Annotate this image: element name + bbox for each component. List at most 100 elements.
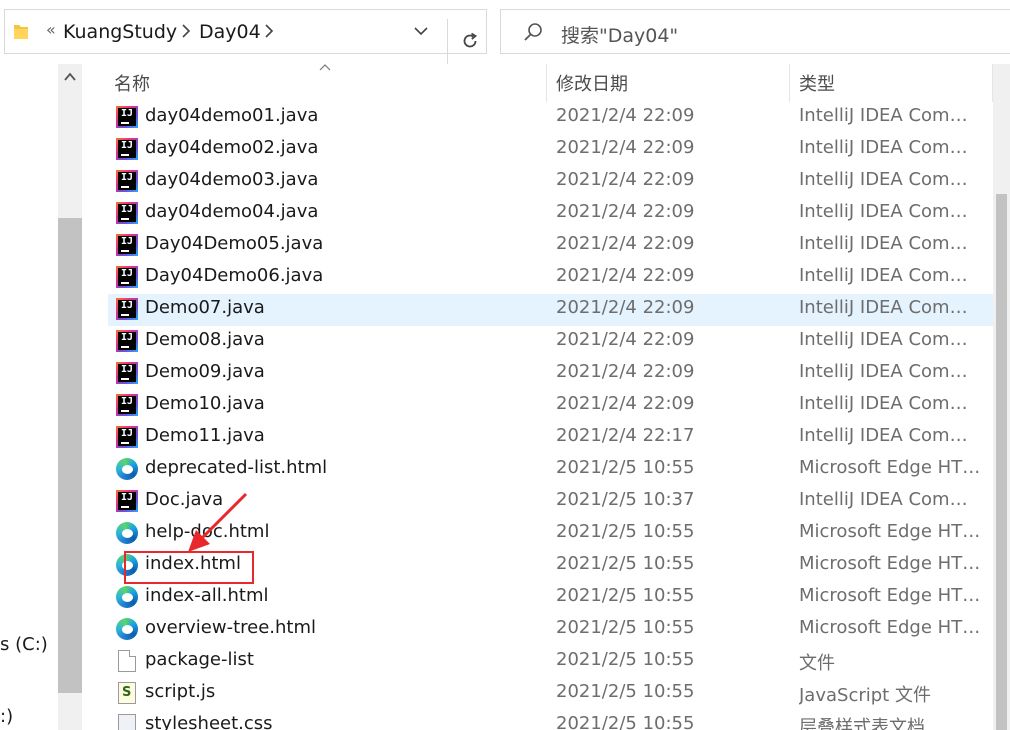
intellij-icon: IJ: [116, 298, 138, 320]
js-icon: [118, 682, 136, 704]
edge-icon: [116, 586, 138, 608]
file-row[interactable]: IJ Demo08.java 2021/2/4 22:09 IntelliJ IDEA…: [108, 326, 1000, 358]
edge-icon: [116, 618, 138, 640]
file-modified-date: 2021/2/5 10:55: [556, 457, 695, 478]
intellij-icon: IJ: [116, 234, 138, 256]
sort-ascending-icon: [319, 64, 331, 71]
edge-icon: [116, 522, 138, 544]
file-name[interactable]: package-list: [145, 649, 254, 670]
search-box[interactable]: 搜索"Day04": [500, 9, 1010, 54]
search-icon: [524, 23, 542, 41]
chevron-right-icon[interactable]: [264, 24, 274, 38]
file-row[interactable]: IJ Demo07.java 2021/2/4 22:09 IntelliJ IDEA…: [108, 294, 1000, 326]
file-row[interactable]: package-list 2021/2/5 10:55 文件: [108, 646, 1000, 678]
file-name[interactable]: Demo11.java: [145, 425, 265, 446]
file-row[interactable]: overview-tree.html 2021/2/5 10:55 Microsof…: [108, 614, 1000, 646]
file-row[interactable]: IJ Demo11.java 2021/2/4 22:17 IntelliJ IDEA…: [108, 422, 1000, 454]
file-list-scrollbar-thumb[interactable]: [996, 194, 1007, 730]
file-type: Microsoft Edge HTML Document: [799, 585, 984, 606]
address-bar[interactable]: « KuangStudy Day04: [4, 9, 487, 64]
chevron-down-icon[interactable]: [413, 25, 429, 37]
chevron-right-icon[interactable]: [181, 24, 191, 38]
breadcrumb-kuangstudy[interactable]: KuangStudy: [63, 21, 177, 43]
file-type: IntelliJ IDEA Community Edition: [799, 265, 984, 286]
nav-item-c-drive[interactable]: s (C:): [0, 634, 48, 655]
file-row[interactable]: IJ day04demo04.java 2021/2/4 22:09 IntelliJ…: [108, 198, 1000, 230]
file-modified-date: 2021/2/4 22:09: [556, 265, 695, 286]
file-name[interactable]: Day04Demo06.java: [145, 265, 323, 286]
file-name[interactable]: Demo07.java: [145, 297, 265, 318]
column-header-name[interactable]: 名称: [114, 70, 150, 96]
file-modified-date: 2021/2/5 10:55: [556, 553, 695, 574]
file-name[interactable]: index-all.html: [145, 585, 269, 606]
file-type: JavaScript 文件: [799, 685, 931, 706]
file-name[interactable]: day04demo01.java: [145, 105, 318, 126]
file-name[interactable]: Demo08.java: [145, 329, 265, 350]
intellij-icon: IJ: [116, 330, 138, 352]
nav-item-drive[interactable]: :): [0, 706, 13, 727]
annotation-highlight-box: [124, 551, 254, 584]
file-modified-date: 2021/2/4 22:17: [556, 425, 695, 446]
file-name[interactable]: deprecated-list.html: [145, 457, 327, 478]
file-list: 名称 修改日期 类型 IJ day04demo01.java 2021/2/4 22…: [90, 64, 1010, 730]
file-type: IntelliJ IDEA Community Edition: [799, 137, 984, 158]
file-name[interactable]: stylesheet.css: [145, 713, 273, 730]
file-row[interactable]: IJ Day04Demo06.java 2021/2/4 22:09 IntelliJ…: [108, 262, 1000, 294]
chevron-up-icon[interactable]: [64, 72, 76, 82]
file-row[interactable]: index-all.html 2021/2/5 10:55 Microsoft Ed…: [108, 582, 1000, 614]
file-row[interactable]: script.js 2021/2/5 10:55 JavaScript 文件: [108, 678, 1000, 710]
file-name[interactable]: day04demo02.java: [145, 137, 318, 158]
file-modified-date: 2021/2/4 22:09: [556, 329, 695, 350]
file-modified-date: 2021/2/4 22:09: [556, 361, 695, 382]
annotation-arrow: [188, 492, 248, 552]
file-row[interactable]: IJ day04demo03.java 2021/2/4 22:09 IntelliJ…: [108, 166, 1000, 198]
file-type: Microsoft Edge HTML Document: [799, 617, 984, 638]
file-type: IntelliJ IDEA Community Edition: [799, 169, 984, 190]
file-row[interactable]: IJ Demo10.java 2021/2/4 22:09 IntelliJ IDEA…: [108, 390, 1000, 422]
file-type: Microsoft Edge HTML Document: [799, 457, 984, 478]
file-row[interactable]: IJ day04demo01.java 2021/2/4 22:09 IntelliJ…: [108, 102, 1000, 134]
file-modified-date: 2021/2/4 22:09: [556, 393, 695, 414]
breadcrumb-day04[interactable]: Day04: [199, 21, 261, 43]
column-header-date[interactable]: 修改日期: [556, 70, 628, 96]
file-row[interactable]: stylesheet.css 2021/2/5 10:55 层叠样式表文档: [108, 710, 1000, 730]
overflow-chevron-icon[interactable]: «: [46, 20, 56, 39]
file-name[interactable]: script.js: [145, 681, 215, 702]
refresh-button[interactable]: [447, 19, 492, 64]
file-list-scrollbar[interactable]: [993, 64, 1010, 730]
file-modified-date: 2021/2/5 10:55: [556, 521, 695, 542]
file-name[interactable]: Day04Demo05.java: [145, 233, 323, 254]
intellij-icon: IJ: [116, 266, 138, 288]
file-type: IntelliJ IDEA Community Edition: [799, 297, 984, 318]
file-modified-date: 2021/2/4 22:09: [556, 169, 695, 190]
file-type: Microsoft Edge HTML Document: [799, 521, 984, 542]
file-row[interactable]: IJ Day04Demo05.java 2021/2/4 22:09 IntelliJ…: [108, 230, 1000, 262]
file-row[interactable]: IJ Demo09.java 2021/2/4 22:09 IntelliJ IDEA…: [108, 358, 1000, 390]
file-name[interactable]: Demo10.java: [145, 393, 265, 414]
file-type: IntelliJ IDEA Community Edition: [799, 489, 984, 510]
column-divider[interactable]: [546, 64, 547, 102]
edge-icon: [116, 458, 138, 480]
file-name[interactable]: overview-tree.html: [145, 617, 316, 638]
toolbar: « KuangStudy Day04 搜索"Day04": [0, 0, 1010, 64]
column-header-type[interactable]: 类型: [799, 70, 835, 96]
file-modified-date: 2021/2/5 10:37: [556, 489, 695, 510]
file-name[interactable]: Demo09.java: [145, 361, 265, 382]
file-name[interactable]: day04demo03.java: [145, 169, 318, 190]
intellij-icon: IJ: [116, 170, 138, 192]
nav-scrollbar-thumb[interactable]: [58, 218, 82, 693]
file-row[interactable]: deprecated-list.html 2021/2/5 10:55 Micros…: [108, 454, 1000, 486]
file-modified-date: 2021/2/4 22:09: [556, 137, 695, 158]
intellij-icon: IJ: [116, 362, 138, 384]
intellij-icon: IJ: [116, 426, 138, 448]
file-name[interactable]: day04demo04.java: [145, 201, 318, 222]
file-row[interactable]: IJ day04demo02.java 2021/2/4 22:09 IntelliJ…: [108, 134, 1000, 166]
nav-scrollbar[interactable]: [58, 64, 82, 730]
intellij-icon: IJ: [116, 106, 138, 128]
css-icon: [118, 714, 136, 730]
file-modified-date: 2021/2/5 10:55: [556, 681, 695, 702]
column-divider[interactable]: [789, 64, 790, 102]
file-modified-date: 2021/2/4 22:09: [556, 297, 695, 318]
file-icon: [118, 650, 136, 672]
file-type: 文件: [799, 653, 835, 674]
